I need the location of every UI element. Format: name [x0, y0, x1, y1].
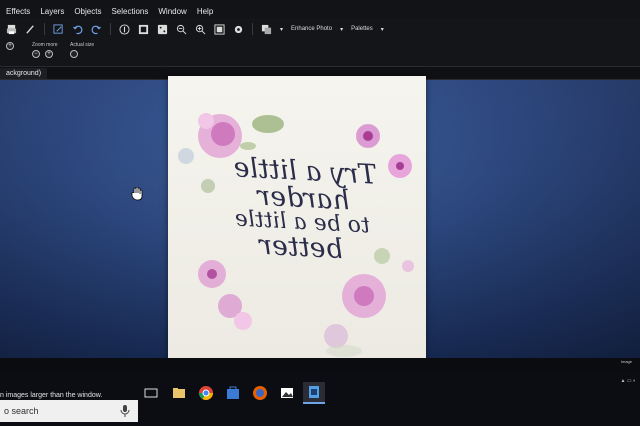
- chevron-down-icon[interactable]: ▾: [340, 26, 343, 33]
- actual-size-label: Actual size: [70, 42, 95, 48]
- menu-window[interactable]: Window: [158, 7, 186, 16]
- brush-icon[interactable]: [25, 24, 36, 35]
- menu-help[interactable]: Help: [197, 7, 213, 16]
- fit-window-icon[interactable]: [214, 23, 225, 35]
- system-tray: ▲ ▭ ◐: [621, 378, 636, 385]
- palettes-menu[interactable]: Palettes: [351, 26, 373, 32]
- image-info: Image: [620, 359, 632, 364]
- dice-icon[interactable]: [157, 24, 168, 35]
- edit-icon[interactable]: [53, 23, 64, 35]
- settings-icon[interactable]: [233, 24, 244, 35]
- file-explorer-icon[interactable]: [168, 382, 190, 404]
- actual-size-icon[interactable]: [70, 50, 78, 58]
- toolbar: ▾ Enhance Photo ▾ Palettes ▾: [0, 18, 640, 40]
- redo-icon[interactable]: [91, 24, 102, 35]
- task-view-icon[interactable]: [140, 382, 162, 404]
- zoom-more-label: Zoom more: [32, 42, 58, 48]
- zoom-more-group: Zoom more − +: [32, 42, 58, 58]
- microphone-icon[interactable]: [120, 405, 130, 417]
- info-icon[interactable]: [119, 23, 130, 35]
- zoom-in-icon[interactable]: [195, 24, 206, 35]
- zoom-out-button[interactable]: −: [32, 50, 40, 58]
- quote-text: Try a little harder to be a little bette…: [205, 152, 400, 266]
- firefox-icon[interactable]: [249, 382, 271, 404]
- tool-options-bar: + Zoom more − + Actual size: [0, 40, 640, 66]
- actual-size-group: Actual size: [70, 42, 94, 58]
- search-placeholder: o search: [4, 406, 39, 416]
- image-canvas[interactable]: Try a little harder to be a little bette…: [168, 76, 426, 366]
- menu-layers[interactable]: Layers: [40, 7, 64, 16]
- toolbar-separator: [110, 23, 111, 35]
- menu-objects[interactable]: Objects: [74, 7, 101, 16]
- menu-selections[interactable]: Selections: [111, 7, 148, 16]
- taskbar-search[interactable]: o search: [0, 400, 138, 422]
- hand-cursor-icon: [131, 186, 143, 206]
- document-tab[interactable]: ackground): [0, 68, 48, 79]
- menu-effects[interactable]: Effects: [6, 7, 30, 16]
- chrome-icon[interactable]: [195, 382, 217, 404]
- toolbar-separator: [252, 23, 253, 35]
- chevron-down-icon[interactable]: ▾: [280, 26, 283, 33]
- status-hint: n images larger than the window.: [0, 392, 103, 399]
- undo-icon[interactable]: [72, 24, 83, 35]
- tray-icons[interactable]: ▲ ▭ ◐: [621, 378, 636, 384]
- chevron-down-icon[interactable]: ▾: [381, 26, 384, 33]
- grid-icon[interactable]: [138, 24, 149, 35]
- zoom-in-group: +: [6, 42, 14, 50]
- toolbar-separator: [44, 23, 45, 35]
- paintshop-icon[interactable]: [303, 382, 325, 404]
- enhance-photo-menu[interactable]: Enhance Photo: [291, 26, 332, 32]
- zoom-in-button[interactable]: +: [6, 42, 14, 50]
- print-icon[interactable]: [6, 24, 17, 35]
- photos-icon[interactable]: [276, 382, 298, 404]
- layers-icon[interactable]: [261, 24, 272, 35]
- zoom-out-icon[interactable]: [176, 24, 187, 35]
- store-icon[interactable]: [222, 382, 244, 404]
- status-bar: Image: [0, 358, 640, 372]
- zoom-in-button[interactable]: +: [45, 50, 53, 58]
